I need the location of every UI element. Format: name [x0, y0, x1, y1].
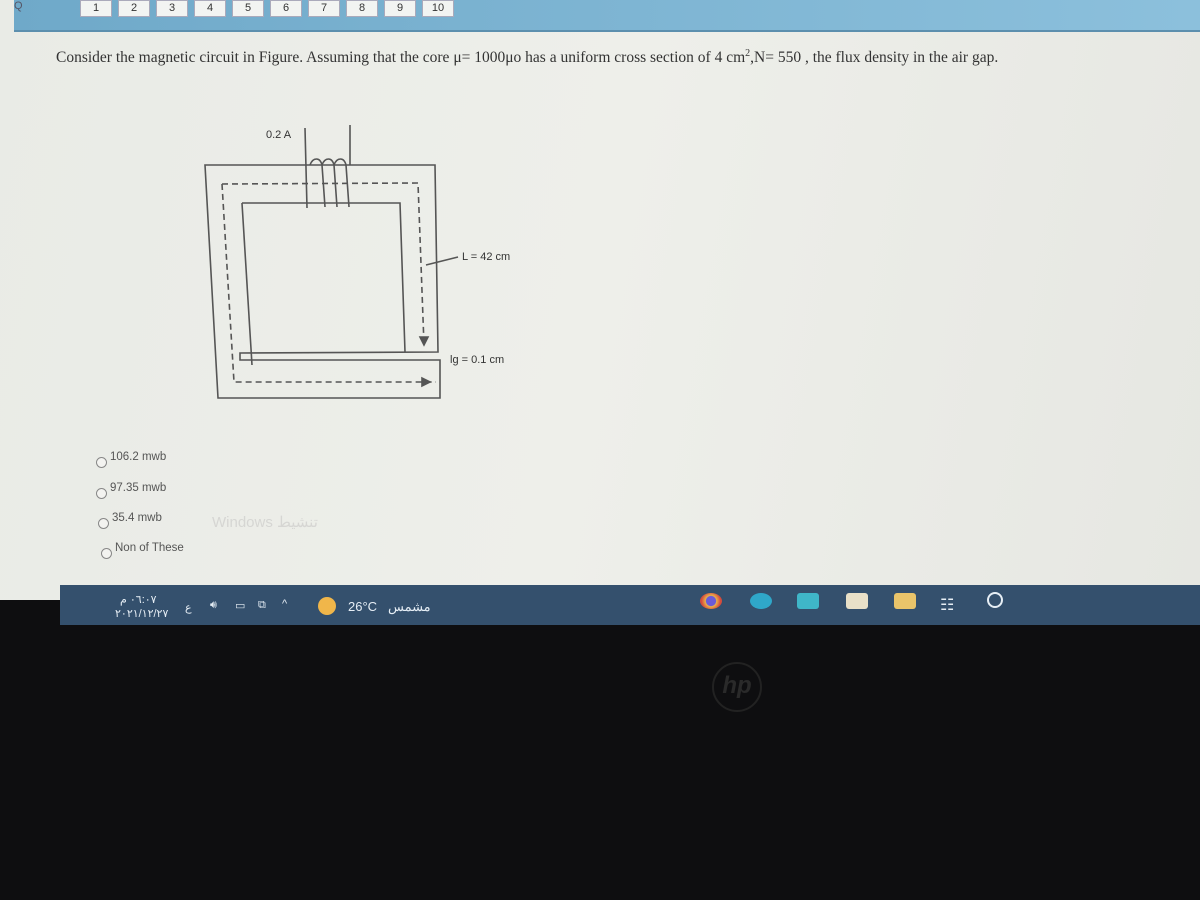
task-view-icon[interactable]: ☷: [940, 595, 954, 615]
arrow-icon: [418, 336, 430, 347]
radio-button[interactable]: [101, 548, 112, 559]
search-circle-icon[interactable]: [987, 592, 1003, 608]
weather-temp[interactable]: 26°C: [348, 599, 377, 614]
chevron-up-icon[interactable]: ^: [282, 598, 287, 610]
current-label: 0.2 A: [266, 129, 292, 141]
radio-button[interactable]: [96, 457, 107, 468]
core-inner: [242, 202, 406, 353]
clock-date[interactable]: ٢٠٢١/١٢/٢٧: [115, 607, 168, 620]
question-nav-button[interactable]: 8: [346, 0, 378, 17]
question-text: Consider the magnetic circuit in Figure.…: [56, 48, 998, 67]
question-tail: ,N= 550 , the flux density in the air ga…: [750, 49, 999, 67]
weather-sun-icon[interactable]: [318, 597, 336, 615]
core-inner-left: [241, 202, 253, 366]
weather-text[interactable]: مشمس: [388, 599, 431, 615]
option-label: Non of These: [115, 542, 184, 554]
leader-line: [425, 256, 459, 266]
language-indicator[interactable]: ع: [185, 601, 192, 614]
taskbar: ٠٦:٠٧ م ٢٠٢١/١٢/٢٧ ع 🔊︎ ▭ ⧉ ^ 26°C مشمس …: [60, 585, 1200, 625]
question-nav-button[interactable]: 9: [384, 0, 416, 17]
arrow-icon: [421, 376, 432, 388]
radio-button[interactable]: [96, 488, 107, 499]
question-nav-button[interactable]: 2: [118, 0, 150, 17]
option-4[interactable]: Non of These: [101, 542, 184, 559]
option-label: 97.35 mwb: [110, 482, 167, 494]
coil-leads: [304, 125, 351, 209]
windows-activation-watermark: Windows تنشيط: [212, 514, 318, 531]
question-nav-button[interactable]: 3: [156, 0, 188, 17]
store-icon[interactable]: [846, 593, 868, 609]
gap-label: lg = 0.1 cm: [450, 354, 505, 366]
mail-icon[interactable]: [797, 593, 819, 609]
question-nav-button[interactable]: 10: [422, 0, 454, 17]
edge-icon[interactable]: [750, 593, 772, 609]
question-nav-button[interactable]: 1: [80, 0, 112, 17]
magnetic-circuit-figure: 0.2 A L = 42 cm lg = 0.1 cm: [200, 120, 540, 405]
question-nav-bar: Q: [14, 0, 1200, 32]
option-2[interactable]: 97.35 mwb: [96, 482, 167, 499]
file-explorer-icon[interactable]: [894, 593, 916, 609]
menu-icon[interactable]: Q: [14, 0, 26, 14]
battery-icon[interactable]: ▭: [235, 599, 245, 612]
question-nav-button[interactable]: 7: [308, 0, 340, 17]
core-outer: [204, 164, 441, 399]
screen: Q 1 2 3 4 5 6 7 8 9 10 Consider the magnetic circ…: [0, 0, 1200, 600]
clock-time[interactable]: ٠٦:٠٧ م: [120, 593, 157, 606]
volume-icon[interactable]: 🔊︎: [210, 599, 217, 612]
question-main: Consider the magnetic circuit in Figure.…: [56, 49, 746, 67]
option-1[interactable]: 106.2 mwb: [96, 451, 167, 468]
question-nav-button[interactable]: 6: [270, 0, 302, 17]
option-label: 106.2 mwb: [110, 451, 167, 463]
option-label: 35.4 mwb: [112, 512, 162, 524]
length-label: L = 42 cm: [462, 251, 511, 263]
radio-button[interactable]: [98, 518, 109, 529]
chrome-icon[interactable]: [700, 593, 722, 609]
flux-path: [221, 182, 425, 346]
question-nav-button[interactable]: 4: [194, 0, 226, 17]
hp-logo: hp: [712, 662, 762, 712]
network-icon[interactable]: ⧉: [258, 599, 266, 612]
option-3[interactable]: 35.4 mwb: [98, 512, 162, 529]
question-nav-button[interactable]: 5: [232, 0, 264, 17]
